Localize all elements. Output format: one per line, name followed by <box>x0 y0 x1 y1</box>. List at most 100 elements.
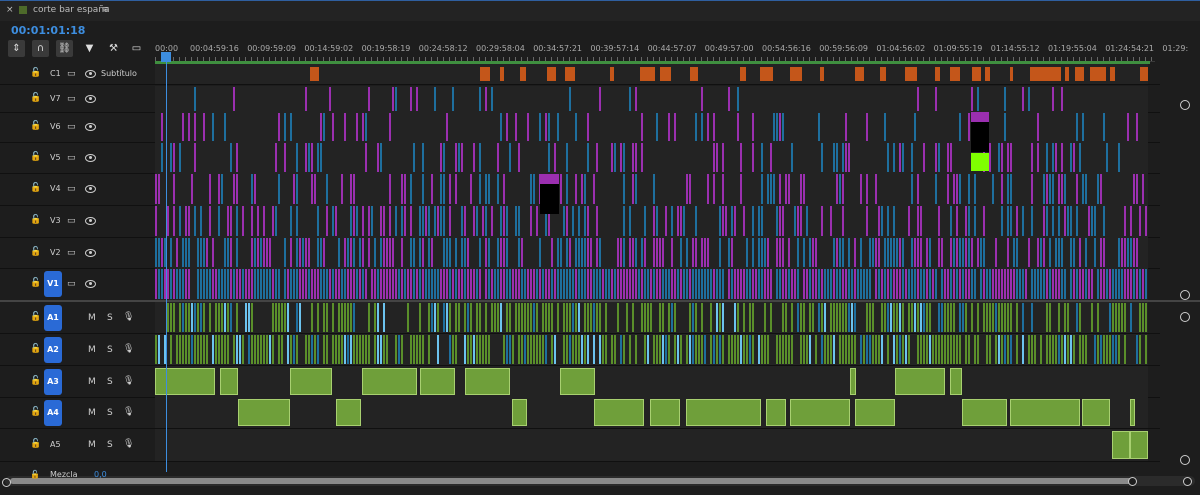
audio-clip[interactable] <box>578 303 580 332</box>
wrench-icon[interactable]: ⚒ <box>105 40 122 57</box>
audio-clip[interactable] <box>473 335 475 364</box>
video-clip[interactable] <box>1010 174 1012 204</box>
video-clip[interactable] <box>965 269 967 299</box>
audio-clip[interactable] <box>1073 335 1075 364</box>
audio-clip[interactable] <box>1010 399 1080 426</box>
audio-clip[interactable] <box>251 335 253 364</box>
video-clip[interactable] <box>458 143 460 172</box>
audio-clip[interactable] <box>704 335 706 364</box>
video-clip[interactable] <box>299 238 301 267</box>
audio-clip[interactable] <box>785 303 787 332</box>
video-clip[interactable] <box>323 269 325 299</box>
eye-icon[interactable] <box>85 70 96 78</box>
video-clip[interactable] <box>575 269 577 299</box>
video-clip[interactable] <box>233 174 235 204</box>
audio-clip[interactable] <box>527 335 529 364</box>
video-clip[interactable] <box>530 174 532 204</box>
audio-clip[interactable] <box>809 303 811 332</box>
audio-clip[interactable] <box>584 335 586 364</box>
video-clip[interactable] <box>464 238 466 267</box>
video-clip[interactable] <box>848 238 850 267</box>
audio-clip[interactable] <box>407 303 409 332</box>
video-clip[interactable] <box>617 238 619 267</box>
video-clip[interactable] <box>818 269 820 299</box>
audio-clip[interactable] <box>557 303 559 332</box>
video-clip[interactable] <box>1049 174 1051 204</box>
video-clip[interactable] <box>818 113 820 141</box>
video-clip[interactable] <box>1043 174 1045 204</box>
audio-clip[interactable] <box>500 303 502 332</box>
video-clip[interactable] <box>800 174 802 204</box>
video-clip[interactable] <box>506 206 508 236</box>
audio-clip[interactable] <box>227 335 229 364</box>
video-clip[interactable] <box>713 269 715 299</box>
mute-toggle[interactable]: M <box>88 440 96 450</box>
video-clip[interactable] <box>809 238 811 267</box>
video-clip[interactable] <box>842 143 844 172</box>
audio-clip[interactable] <box>191 303 193 332</box>
video-clip[interactable] <box>1124 206 1126 236</box>
video-clip[interactable] <box>983 269 985 299</box>
video-clip[interactable] <box>1145 269 1147 299</box>
video-clip[interactable] <box>791 143 793 172</box>
audio-clip[interactable] <box>641 303 643 332</box>
video-clip[interactable] <box>1136 174 1138 204</box>
audio-clip[interactable] <box>701 303 703 332</box>
video-clip[interactable] <box>278 174 280 204</box>
audio-clip[interactable] <box>833 303 835 332</box>
video-clip[interactable] <box>1115 269 1117 299</box>
video-clip[interactable] <box>662 238 664 267</box>
video-clip[interactable] <box>674 113 676 141</box>
audio-clip[interactable] <box>584 303 586 332</box>
video-clip[interactable] <box>656 238 658 267</box>
video-clip[interactable] <box>584 269 586 299</box>
video-clip[interactable] <box>443 238 445 267</box>
audio-clip[interactable] <box>605 335 607 364</box>
audio-track-lane[interactable] <box>155 429 1148 461</box>
video-clip[interactable] <box>704 269 706 299</box>
solo-toggle[interactable]: S <box>107 377 113 387</box>
video-clip[interactable] <box>401 206 403 236</box>
audio-clip[interactable] <box>323 335 325 364</box>
video-clip[interactable] <box>839 174 841 204</box>
audio-clip[interactable] <box>185 303 187 332</box>
video-clip[interactable] <box>635 143 637 172</box>
audio-clip[interactable] <box>611 335 613 364</box>
audio-clip[interactable] <box>800 335 802 364</box>
audio-clip[interactable] <box>383 303 385 332</box>
audio-clip[interactable] <box>1109 303 1111 332</box>
video-clip[interactable] <box>395 206 397 236</box>
caption-clip[interactable] <box>1090 67 1106 81</box>
video-clip[interactable] <box>203 269 205 299</box>
video-clip[interactable] <box>884 238 886 267</box>
audio-clip[interactable] <box>368 335 370 364</box>
video-clip[interactable] <box>848 269 850 299</box>
video-clip[interactable] <box>752 269 754 299</box>
video-clip[interactable] <box>956 174 958 204</box>
audio-clip[interactable] <box>464 335 466 364</box>
video-clip[interactable] <box>1031 269 1033 299</box>
video-clip[interactable] <box>644 269 646 299</box>
video-clip[interactable] <box>602 269 604 299</box>
video-clip[interactable] <box>1091 206 1093 236</box>
video-clip[interactable] <box>935 269 937 299</box>
video-clip[interactable] <box>806 269 808 299</box>
video-clip[interactable] <box>479 87 481 111</box>
audio-clip[interactable] <box>485 335 487 364</box>
audio-clip[interactable] <box>902 335 904 364</box>
audio-clip[interactable] <box>962 399 1007 426</box>
audio-clip[interactable] <box>626 303 628 332</box>
video-clip[interactable] <box>203 238 205 267</box>
audio-clip[interactable] <box>1085 335 1087 364</box>
audio-clip[interactable] <box>845 335 847 364</box>
audio-clip[interactable] <box>1034 335 1036 364</box>
audio-clip[interactable] <box>1130 431 1148 459</box>
eye-icon[interactable] <box>85 95 96 103</box>
audio-clip[interactable] <box>1010 303 1012 332</box>
video-clip[interactable] <box>929 269 931 299</box>
video-clip[interactable] <box>1058 206 1060 236</box>
audio-clip[interactable] <box>833 335 835 364</box>
video-clip[interactable] <box>767 238 769 267</box>
video-clip[interactable] <box>158 238 160 267</box>
audio-clip[interactable] <box>1139 303 1141 332</box>
